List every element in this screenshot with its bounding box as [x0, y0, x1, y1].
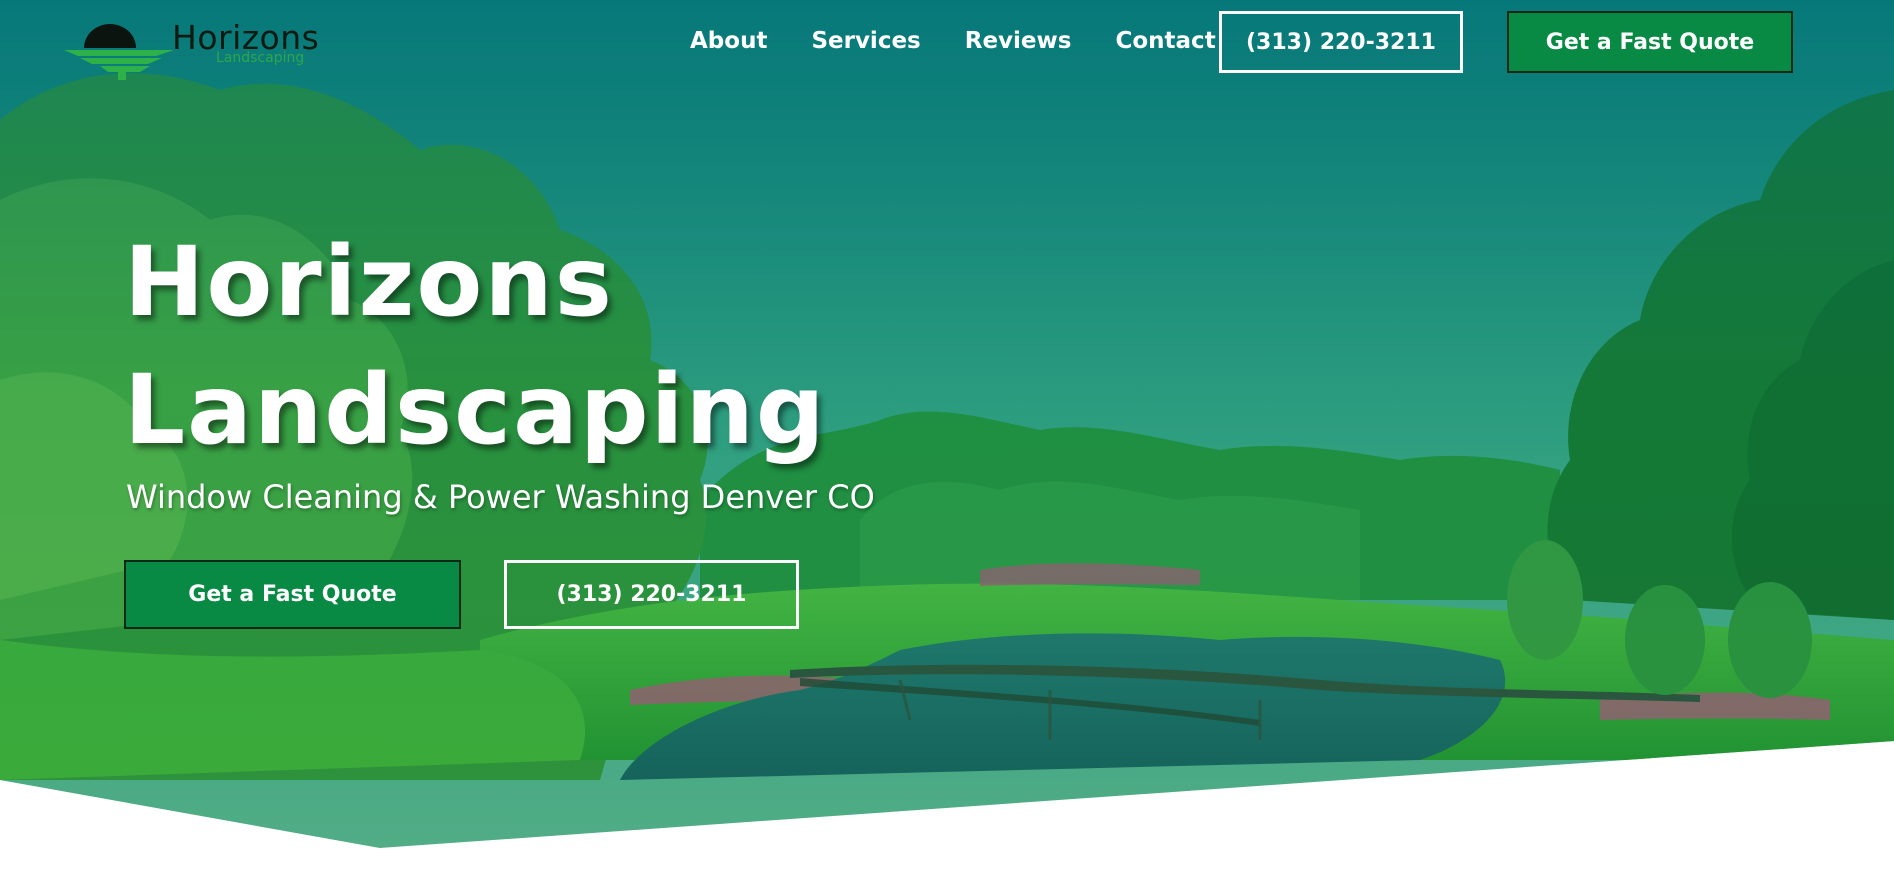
- nav-link-about[interactable]: About: [690, 24, 767, 58]
- site-header: Horizons Landscaping About Services Revi…: [0, 0, 1894, 86]
- horizons-logo-icon: [64, 24, 174, 80]
- brand-tagline: Landscaping: [216, 50, 305, 66]
- hero-subtitle: Window Cleaning & Power Washing Denver C…: [126, 478, 875, 516]
- nav-link-contact[interactable]: Contact: [1115, 24, 1215, 58]
- main-nav: About Services Reviews Contact: [690, 24, 1260, 58]
- brand-logo[interactable]: Horizons Landscaping: [64, 12, 334, 82]
- hero-title-line-1: Horizons: [124, 226, 614, 338]
- header-phone-button[interactable]: (313) 220-3211: [1219, 11, 1463, 73]
- landing-page: Horizons Landscaping About Services Revi…: [0, 0, 1894, 895]
- nav-link-reviews[interactable]: Reviews: [965, 24, 1072, 58]
- hero-phone-button[interactable]: (313) 220-3211: [504, 560, 799, 629]
- hero-quote-button[interactable]: Get a Fast Quote: [124, 560, 461, 629]
- hero-title: Horizons Landscaping: [124, 218, 1024, 474]
- hero-title-line-2: Landscaping: [124, 354, 827, 466]
- nav-link-services[interactable]: Services: [811, 24, 920, 58]
- header-quote-button[interactable]: Get a Fast Quote: [1507, 11, 1793, 73]
